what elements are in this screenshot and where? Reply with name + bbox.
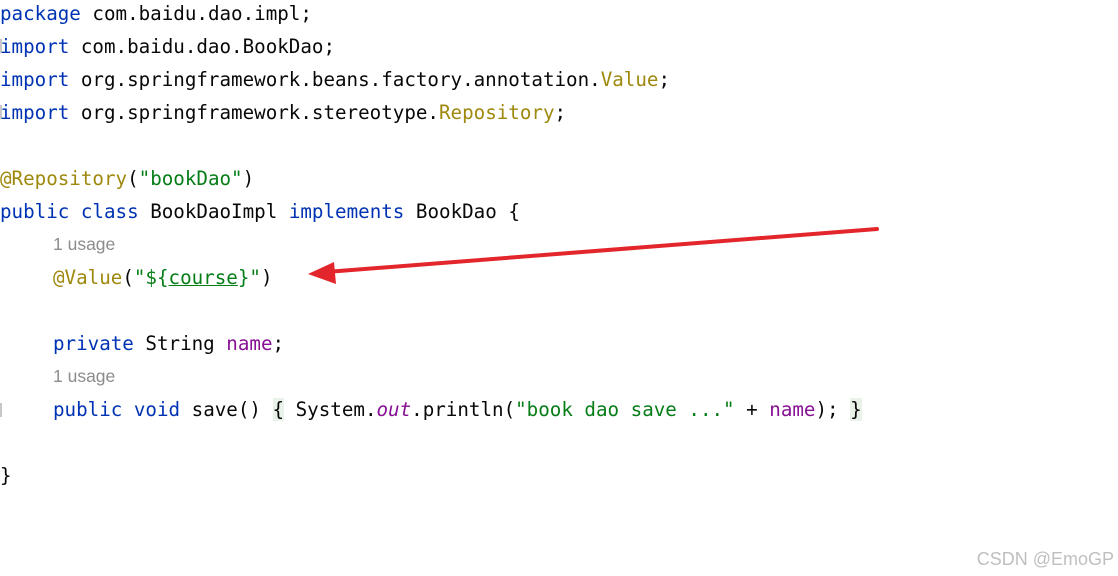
annotation-repository: @Repository [0, 167, 128, 190]
keyword-public: public [0, 200, 70, 223]
method-brace-open: { [272, 398, 285, 421]
plus-operator: + [734, 398, 770, 421]
code-editor[interactable]: package com.baidu.dao.impl; import com.b… [0, 0, 1118, 576]
code-line-import-2[interactable]: import org.springframework.beans.factory… [0, 63, 670, 96]
semicolon: ; [272, 332, 285, 355]
property-placeholder-key[interactable]: course [169, 266, 238, 289]
usage-hint[interactable]: 1 usage [53, 360, 115, 393]
keyword-import: import [0, 35, 70, 58]
keyword-package: package [0, 2, 81, 25]
field-type: String [133, 332, 227, 355]
import-class: Repository [438, 101, 555, 124]
string-literal: "book dao save ..." [515, 398, 735, 421]
paren-open: ( [122, 266, 134, 289]
statement-end: ); [815, 398, 851, 421]
annotation-string: "bookDao" [138, 167, 243, 190]
code-line-import-1[interactable]: import com.baidu.dao.BookDao; [0, 30, 335, 63]
code-line-class-close[interactable]: } [0, 459, 12, 492]
method-brace-close: } [850, 398, 862, 421]
import-path: com.baidu.dao.BookDao; [69, 35, 336, 58]
static-field-out: out [376, 398, 412, 421]
import-class: Value [600, 68, 659, 91]
annotation-value: @Value [53, 266, 123, 289]
interface-name: BookDao { [404, 200, 520, 223]
code-line-class-annotation[interactable]: @Repository("bookDao") [0, 162, 254, 195]
paren-close: ) [260, 266, 273, 289]
field-name: name [226, 332, 273, 355]
paren-close: ) [242, 167, 255, 190]
code-line-field-declaration[interactable]: private String name; [53, 327, 284, 360]
code-line-package[interactable]: package com.baidu.dao.impl; [0, 0, 312, 30]
keyword-class: class [80, 200, 139, 223]
import-path: org.springframework.beans.factory.annota… [69, 68, 601, 91]
gutter-fold-marker[interactable] [0, 403, 2, 417]
class-name: BookDaoImpl [138, 200, 289, 223]
code-line-field-annotation[interactable]: @Value("${course}") [53, 261, 273, 294]
code-line-class-declaration[interactable]: public class BookDaoImpl implements Book… [0, 195, 520, 228]
class-brace-close: } [0, 464, 12, 487]
keyword-void: void [133, 398, 181, 421]
usage-hint[interactable]: 1 usage [53, 228, 115, 261]
paren-open: ( [127, 167, 139, 190]
keyword-import: import [0, 101, 70, 124]
code-line-method[interactable]: public void save() { System.out.println(… [53, 393, 862, 426]
keyword-implements: implements [288, 200, 405, 223]
package-name: com.baidu.dao.impl; [80, 2, 312, 25]
annotation-string-start: "${ [133, 266, 169, 289]
method-body-system: System. [284, 398, 377, 421]
keyword-import: import [0, 68, 70, 91]
field-reference: name [769, 398, 816, 421]
import-path: org.springframework.stereotype. [69, 101, 439, 124]
code-line-import-3[interactable]: import org.springframework.stereotype.Re… [0, 96, 566, 129]
keyword-public: public [53, 398, 123, 421]
method-signature: save() [180, 398, 273, 421]
method-call-println: .println( [411, 398, 516, 421]
annotation-string-end: }" [237, 266, 261, 289]
keyword-private: private [53, 332, 134, 355]
watermark: CSDN @EmoGP [976, 549, 1114, 569]
import-semicolon: ; [554, 101, 567, 124]
import-semicolon: ; [658, 68, 671, 91]
